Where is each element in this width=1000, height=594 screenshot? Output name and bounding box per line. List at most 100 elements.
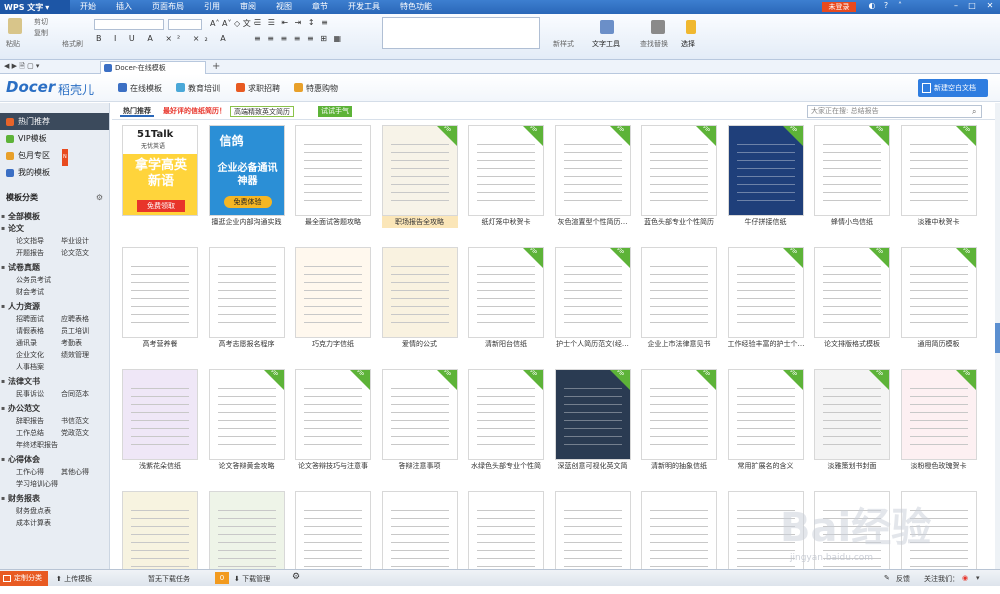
banner-cta[interactable]: 免费体验 [223, 196, 272, 208]
sidebar-subitem[interactable]: 论文范文 [61, 247, 106, 259]
template-thumbnail[interactable]: VIP [208, 369, 285, 460]
sidebar-item-vip[interactable]: VIP模板 [0, 130, 109, 147]
template-thumbnail[interactable]: 51Talk 无忧英语 拿学高英新语 免费领取 [122, 125, 198, 216]
font-name-combo[interactable] [94, 19, 164, 30]
template-caption[interactable]: 纸灯笼中秋贺卡 [468, 216, 544, 228]
select-button[interactable]: 选择 [681, 39, 695, 49]
nav-online-templates[interactable]: 在线模板 [118, 83, 162, 94]
banner-cta[interactable]: 免费领取 [137, 200, 185, 212]
template-caption[interactable]: 护士个人简历范文(经… [555, 338, 631, 350]
template-thumbnail[interactable]: VIP [727, 369, 804, 460]
sidebar-subitem[interactable]: 成本计算表 [16, 517, 106, 529]
new-blank-doc-button[interactable]: 新建空白文档 [918, 79, 988, 97]
new-style-button[interactable]: 新样式 [553, 39, 574, 49]
sidebar-subitem[interactable]: 应聘表格 [61, 313, 106, 325]
template-card[interactable]: 51Talk 无忧英语 拿学高英新语 免费领取 [122, 125, 198, 228]
login-button[interactable]: 未登录 [822, 2, 856, 12]
template-caption[interactable]: 论文排版格式模板 [814, 338, 890, 350]
nav-education[interactable]: 教育培训 [176, 83, 220, 94]
sidebar-subitem[interactable]: 毕业设计 [61, 235, 106, 247]
filter-lucky[interactable]: 试试手气 [318, 106, 352, 117]
list-icons[interactable]: ☰ ☰ ⇤ ⇥ ↕ ≡ [254, 18, 330, 27]
template-caption[interactable]: 论文答辩黄金攻略 [209, 460, 285, 472]
template-thumbnail[interactable]: VIP [295, 369, 371, 460]
filter-best-rated[interactable]: 最好评的信纸简历！ [160, 106, 229, 117]
template-card[interactable]: 爱情的公式 [381, 247, 458, 350]
template-caption[interactable]: 高考志愿报名程序 [209, 338, 285, 350]
app-menu-button[interactable]: WPS 文字 ▾ [0, 0, 70, 14]
more-icon[interactable]: ▾ [976, 574, 980, 582]
template-caption[interactable]: 淡粉橙色玫瑰贺卡 [901, 460, 977, 472]
template-card[interactable]: VIP 淡雅策划书封面 [814, 369, 890, 472]
tab-view[interactable]: 视图 [266, 0, 302, 14]
template-thumbnail[interactable] [122, 369, 198, 460]
font-size-combo[interactable] [168, 19, 202, 30]
category-header[interactable]: 办公范文 [0, 403, 109, 415]
template-caption[interactable]: 常用扩展名的含义 [728, 460, 804, 472]
template-card[interactable]: 信鸽 企业必备通讯神器 免费体验 擅逛企业内部沟通实践 [208, 125, 285, 228]
sidebar-subitem[interactable]: 考勤表 [61, 337, 106, 349]
template-card[interactable]: VIP 答辩注意事项 [381, 369, 458, 472]
template-caption[interactable]: 蓝色头部专业个性简历 [641, 216, 717, 228]
template-card[interactable]: VIP 淡粉橙色玫瑰贺卡 [900, 369, 977, 472]
template-card[interactable]: 最全面试答题攻略 [295, 125, 371, 228]
template-thumbnail[interactable]: VIP [554, 369, 631, 460]
template-thumbnail[interactable]: VIP [900, 125, 977, 216]
tab-reference[interactable]: 引用 [194, 0, 230, 14]
template-thumbnail[interactable]: VIP [900, 369, 977, 460]
template-card[interactable]: VIP 蓝色头部专业个性简历 [641, 125, 717, 228]
settings-icon[interactable]: ⚙ [292, 572, 300, 582]
template-caption[interactable]: 淡雅中秋贺卡 [901, 216, 977, 228]
template-thumbnail[interactable]: VIP [814, 125, 890, 216]
tab-page-layout[interactable]: 页面布局 [142, 0, 194, 14]
tab-docer[interactable]: Docer-在线模板 [100, 61, 206, 74]
sidebar-subitem[interactable]: 招聘面试 [16, 313, 61, 325]
custom-category-button[interactable]: 定制分类 [0, 571, 48, 586]
template-thumbnail[interactable]: VIP [727, 125, 804, 216]
sidebar-subitem[interactable]: 绩效管理 [61, 349, 106, 361]
template-caption[interactable]: 浅紫花朵信纸 [122, 460, 198, 472]
upload-template-button[interactable]: ⬆ 上传模板 [56, 574, 92, 584]
new-tab-icon[interactable]: + [212, 61, 220, 72]
template-caption[interactable]: 爱情的公式 [382, 338, 458, 350]
category-all[interactable]: 全部模板 [0, 211, 109, 223]
template-card[interactable]: VIP 工作经验丰富的护士个… [727, 247, 804, 350]
template-thumbnail[interactable]: VIP [381, 125, 458, 216]
template-caption[interactable]: 答辩注意事项 [382, 460, 458, 472]
tab-review[interactable]: 审阅 [230, 0, 266, 14]
tab-developer[interactable]: 开发工具 [338, 0, 390, 14]
template-caption[interactable]: 企业上市法律意见书 [641, 338, 717, 350]
template-card[interactable]: 高考营养餐 [122, 247, 198, 350]
paste-icon[interactable] [8, 18, 22, 34]
template-card[interactable]: VIP 常用扩展名的含义 [727, 369, 804, 472]
font-grow-icons[interactable]: A˄ A˅ ◇ 文 · [210, 18, 256, 29]
minimize-icon[interactable]: – [950, 1, 962, 10]
sidebar-subitem[interactable]: 书信范文 [61, 415, 106, 427]
close-icon[interactable]: ✕ [984, 1, 996, 10]
template-caption[interactable]: 高考营养餐 [122, 338, 198, 350]
sidebar-subitem[interactable]: 员工培训 [61, 325, 106, 337]
category-header[interactable]: 法律文书 [0, 376, 109, 388]
template-card[interactable]: VIP 清新明的抽象信纸 [641, 369, 717, 472]
template-card[interactable]: VIP 纸灯笼中秋贺卡 [468, 125, 544, 228]
template-card[interactable]: VIP 牛仔拼接信纸 [727, 125, 804, 228]
template-thumbnail[interactable]: VIP [554, 125, 631, 216]
template-thumbnail[interactable]: VIP [554, 247, 631, 338]
template-card[interactable]: VIP 深蓝创意可视化英文简 [554, 369, 631, 472]
copy-button[interactable]: 复制 [34, 28, 48, 38]
template-card[interactable]: VIP 灰色渲置型个性简历… [554, 125, 631, 228]
filter-hot[interactable]: 热门推荐 [120, 106, 154, 117]
skin-icon[interactable]: ◐ [866, 1, 878, 10]
template-card[interactable]: 企业上市法律意见书 [641, 247, 717, 350]
template-thumbnail[interactable]: VIP [641, 369, 717, 460]
sidebar-subitem[interactable]: 工作总结 [16, 427, 61, 439]
template-thumbnail[interactable] [295, 125, 371, 216]
nav-shopping[interactable]: 特惠购物 [294, 83, 338, 94]
cut-button[interactable]: 剪切 [34, 17, 48, 27]
template-thumbnail[interactable]: VIP [468, 247, 544, 338]
template-caption[interactable]: 通用简历模板 [901, 338, 977, 350]
scrollbar[interactable] [995, 103, 1000, 569]
template-card[interactable]: VIP 水绿色头部专业个性简 [468, 369, 544, 472]
search-icon[interactable]: ⌕ [972, 107, 976, 117]
template-thumbnail[interactable] [641, 247, 717, 338]
